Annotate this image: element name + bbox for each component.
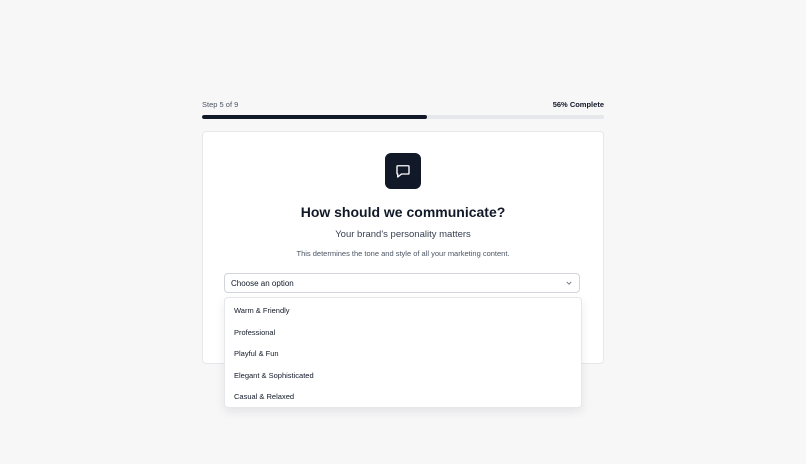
option-professional[interactable]: Professional [225, 322, 581, 344]
option-warm-friendly[interactable]: Warm & Friendly [225, 300, 581, 322]
question-title: How should we communicate? [300, 204, 506, 220]
select-placeholder: Choose an option [231, 278, 294, 288]
option-elegant-sophisticated[interactable]: Elegant & Sophisticated [225, 365, 581, 387]
percent-complete-label: 56% Complete [552, 99, 604, 109]
step-label: Step 5 of 9 [202, 99, 239, 109]
message-square-icon [385, 153, 421, 189]
progress-fill [202, 115, 428, 119]
option-playful-fun[interactable]: Playful & Fun [225, 343, 581, 365]
tone-select[interactable]: Choose an option [224, 273, 580, 293]
progress-section: Step 5 of 9 56% Complete [202, 98, 604, 119]
question-subtitle: Your brand's personality matters [335, 229, 471, 240]
tone-options-dropdown: Warm & Friendly Professional Playful & F… [224, 297, 582, 408]
progress-track [202, 115, 604, 119]
question-description: This determines the tone and style of al… [296, 249, 510, 258]
chevron-down-icon [565, 274, 573, 292]
progress-header: Step 5 of 9 56% Complete [202, 98, 604, 110]
option-casual-relaxed[interactable]: Casual & Relaxed [225, 386, 581, 408]
